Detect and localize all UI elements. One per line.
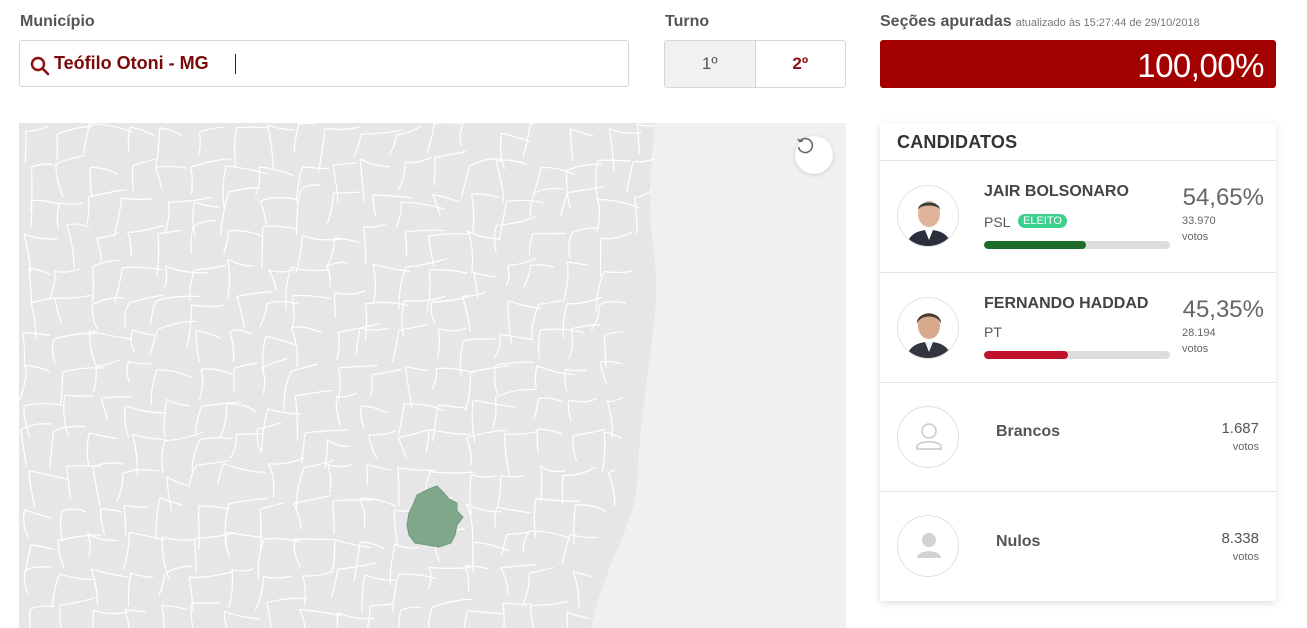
user-filled-icon	[917, 533, 941, 558]
secoes-label: Seções apuradas atualizado às 15:27:44 de…	[880, 13, 1200, 31]
candidates-panel: CANDIDATOS JAIR BOLSONARO PSL ELEITO 54,…	[880, 123, 1276, 601]
secoes-progress-bar: 100,00%	[880, 40, 1276, 88]
candidate-name: FERNANDO HADDAD	[984, 295, 1149, 312]
person-photo-icon	[898, 186, 958, 246]
eleito-badge: ELEITO	[1018, 214, 1067, 228]
municipality-map[interactable]	[19, 123, 846, 628]
brancos-row: Brancos 1.687 votos	[880, 382, 1276, 492]
panel-title: CANDIDATOS	[897, 132, 1018, 152]
votes-label: votos	[1182, 343, 1209, 355]
vote-share-bar	[984, 241, 1170, 249]
municipio-input[interactable]	[54, 41, 614, 86]
candidate-votes: 28.194	[1182, 327, 1216, 339]
secoes-percent: 100,00%	[1137, 47, 1264, 84]
vote-share-fill	[984, 241, 1086, 249]
votes-label: votos	[1232, 441, 1259, 453]
brancos-label: Brancos	[996, 423, 1061, 440]
map-reset-button[interactable]	[795, 136, 833, 174]
turno-label: Turno	[665, 13, 710, 30]
candidate-avatar	[897, 185, 959, 247]
candidate-row-haddad[interactable]: FERNANDO HADDAD PT 45,35% 28.194 votos	[880, 272, 1276, 383]
municipio-search[interactable]	[19, 40, 629, 87]
candidate-name: JAIR BOLSONARO	[984, 183, 1129, 200]
votes-label: votos	[1232, 551, 1259, 563]
user-outline-icon	[916, 423, 942, 450]
nulos-row: Nulos 8.338 votos	[880, 491, 1276, 602]
placeholder-avatar	[897, 515, 959, 577]
vote-share-fill	[984, 351, 1069, 359]
candidate-party: PT	[984, 324, 1002, 340]
candidate-percent: 54,65%	[1182, 184, 1264, 211]
candidate-percent: 45,35%	[1182, 296, 1264, 323]
brancos-votes: 1.687	[1221, 420, 1259, 437]
secoes-title: Seções apuradas	[880, 13, 1012, 30]
candidate-party: PSL	[984, 214, 1011, 230]
municipio-label: Município	[20, 13, 95, 30]
person-photo-icon	[898, 298, 958, 358]
turno-1-button[interactable]: 1º	[665, 41, 756, 87]
search-icon	[30, 56, 50, 76]
nulos-votes: 8.338	[1221, 530, 1259, 547]
candidate-avatar	[897, 297, 959, 359]
text-caret	[235, 54, 236, 74]
vote-share-bar	[984, 351, 1170, 359]
updated-timestamp: atualizado às 15:27:44 de 29/10/2018	[1015, 17, 1200, 29]
candidate-row-bolsonaro[interactable]: JAIR BOLSONARO PSL ELEITO 54,65% 33.970 …	[880, 160, 1276, 272]
map-svg[interactable]	[19, 123, 846, 628]
candidate-votes: 33.970	[1182, 215, 1216, 227]
turno-toggle[interactable]: 1º 2º	[664, 40, 846, 88]
votes-label: votos	[1182, 231, 1209, 243]
turno-2-button[interactable]: 2º	[755, 41, 845, 87]
nulos-label: Nulos	[996, 533, 1041, 550]
reset-icon	[797, 137, 814, 154]
placeholder-avatar	[897, 406, 959, 468]
